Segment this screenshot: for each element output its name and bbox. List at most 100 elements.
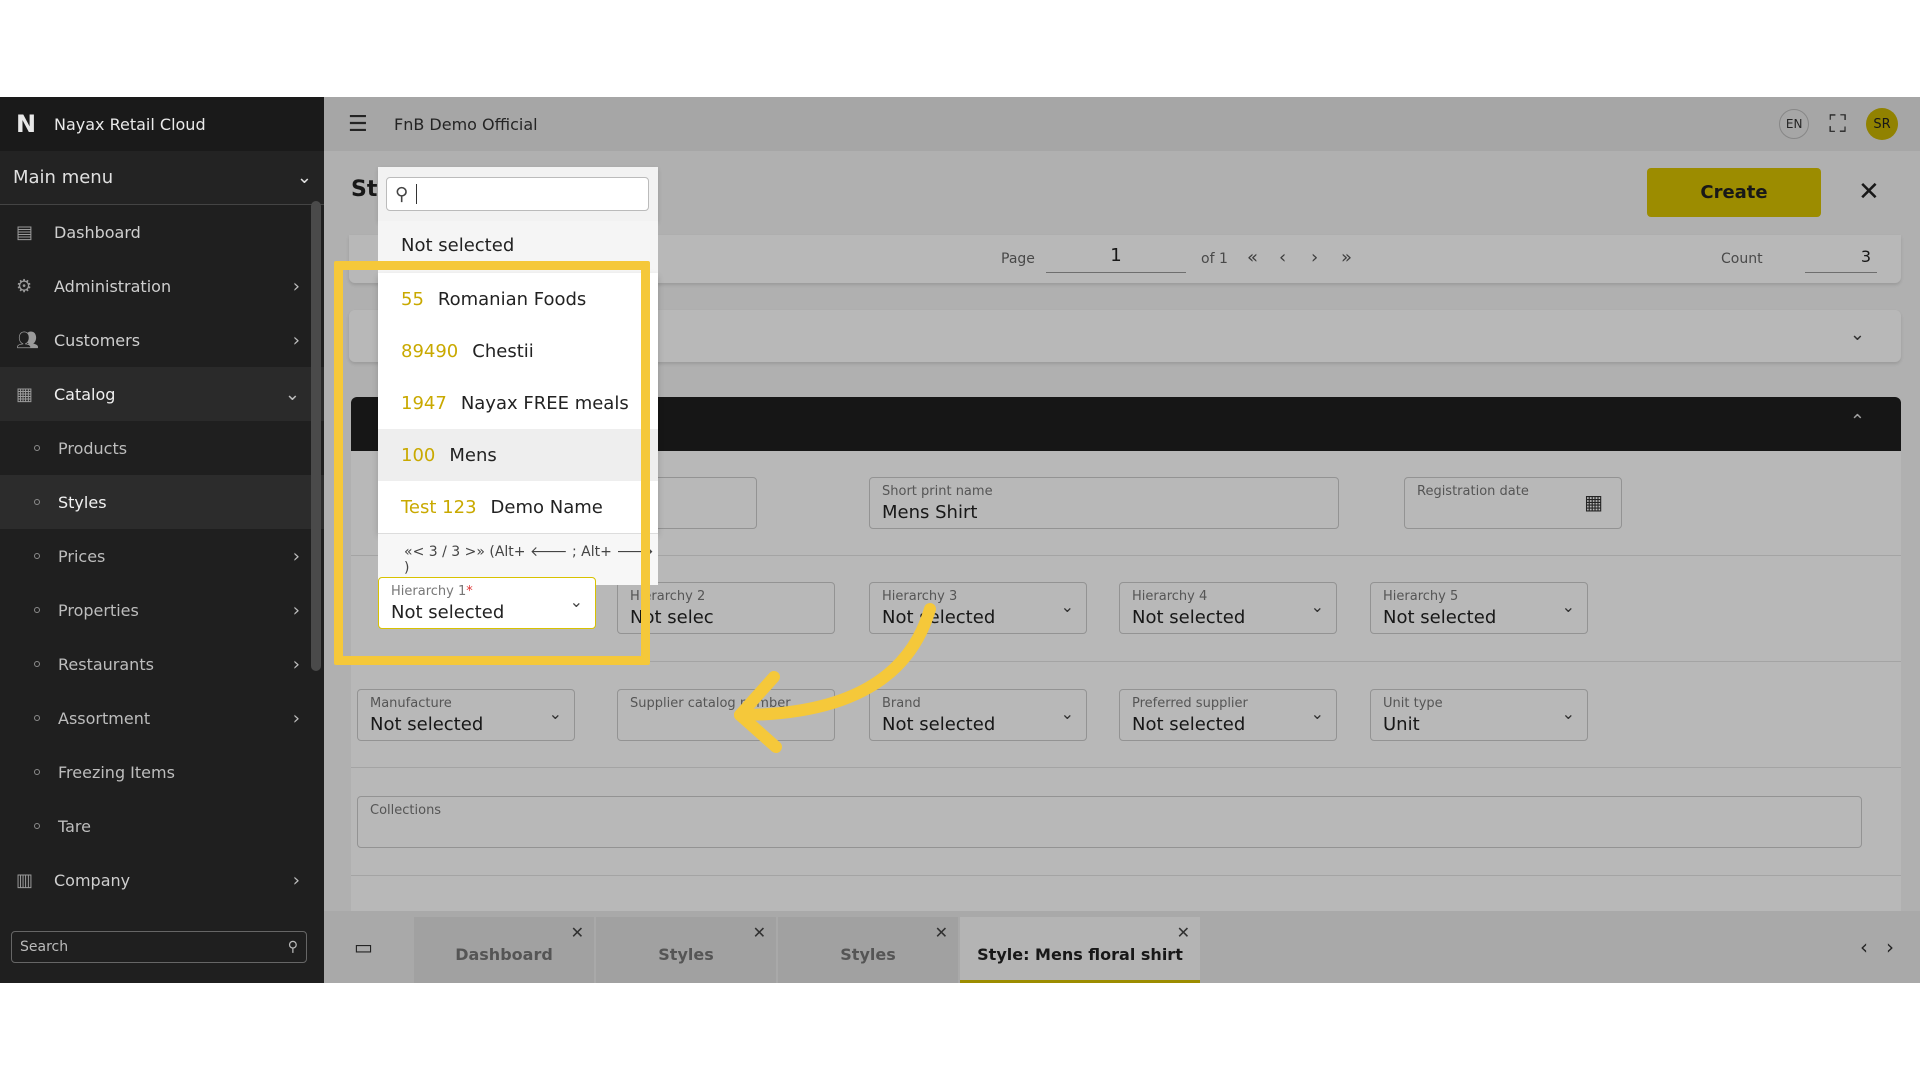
tab-styles-2[interactable]: Styles ✕ — [778, 917, 958, 983]
dashboard-icon: ▤ — [16, 221, 34, 243]
users-icon: 👥︎ — [16, 329, 39, 351]
bullet-icon — [34, 823, 40, 829]
dropdown-option[interactable]: 89490 Chestii — [378, 325, 658, 377]
sidebar-subitem-assortment[interactable]: Assortment › — [0, 691, 324, 745]
tab-label: Styles — [658, 945, 714, 964]
tab-scroll-controls: ‹ › — [1834, 911, 1920, 983]
sidebar-subitem-restaurants[interactable]: Restaurants › — [0, 637, 324, 691]
search-icon: ⚲ — [287, 939, 298, 955]
hierarchy-3-select[interactable]: Hierarchy 3 Not selected ⌄ — [869, 582, 1087, 634]
avatar[interactable]: SR — [1866, 108, 1898, 140]
chevron-down-icon: ⌄ — [1561, 597, 1575, 616]
option-code: Test 123 — [401, 496, 477, 518]
bottom-tab-bar: ▭ Dashboard ✕ Styles ✕ Styles ✕ Style: M… — [324, 911, 1920, 983]
sidebar-subitem-freezing-items[interactable]: Freezing Items — [0, 745, 324, 799]
sidebar-item-dashboard[interactable]: ▤ Dashboard — [0, 205, 324, 259]
option-name: Nayax FREE meals — [460, 392, 629, 414]
sidebar-subitem-tare[interactable]: Tare — [0, 799, 324, 853]
chevron-down-icon: ⌄ — [548, 704, 562, 723]
divider — [351, 875, 1901, 876]
chevron-down-icon: ⌄ — [1849, 324, 1865, 345]
chevron-right-icon: › — [292, 545, 300, 567]
collections-field[interactable]: Collections — [357, 796, 1862, 848]
brand-name: Nayax Retail Cloud — [54, 114, 206, 134]
bullet-icon — [34, 499, 40, 505]
chevron-down-icon: ⌄ — [1310, 704, 1324, 723]
sidebar-item-catalog[interactable]: ▦ Catalog ⌄ — [0, 367, 324, 421]
dropdown-option-hovered[interactable]: 100 Mens — [378, 429, 658, 481]
app-window: N Nayax Retail Cloud Main menu ⌄ ▤ Dashb… — [0, 97, 1920, 983]
last-page-icon[interactable]: » — [1341, 247, 1352, 268]
field-value: Not selected — [1132, 714, 1246, 735]
preferred-supplier-select[interactable]: Preferred supplier Not selected ⌄ — [1119, 689, 1337, 741]
unit-type-select[interactable]: Unit type Unit ⌄ — [1370, 689, 1588, 741]
registration-date-field[interactable]: Registration date ▦ — [1404, 477, 1622, 529]
page-number-input[interactable]: 1 — [1046, 241, 1186, 273]
prev-page-icon[interactable]: ‹ — [1279, 247, 1286, 268]
language-switch[interactable]: EN — [1779, 109, 1810, 139]
close-icon[interactable]: ✕ — [1177, 923, 1190, 942]
sidebar-search-input[interactable]: Search ⚲ — [11, 931, 307, 963]
tab-style-mens-floral-shirt[interactable]: Style: Mens floral shirt ✕ — [960, 917, 1200, 983]
sidebar-item-customers[interactable]: 👥︎ Customers › — [0, 313, 324, 367]
hamburger-menu-icon[interactable]: ☰ — [348, 112, 394, 137]
count-value: 3 — [1805, 241, 1877, 273]
tab-styles[interactable]: Styles ✕ — [596, 917, 776, 983]
bullet-icon — [34, 769, 40, 775]
sidebar-subitem-styles[interactable]: Styles — [0, 475, 324, 529]
hierarchy-5-select[interactable]: Hierarchy 5 Not selected ⌄ — [1370, 582, 1588, 634]
tab-dashboard[interactable]: Dashboard ✕ — [414, 917, 594, 983]
dropdown-option-not-selected[interactable]: Not selected — [378, 221, 658, 273]
hierarchy-dropdown-popup: ⚲ Not selected 55 Romanian Foods 89490 C… — [378, 167, 658, 687]
sidebar: N Nayax Retail Cloud Main menu ⌄ ▤ Dashb… — [0, 97, 324, 983]
close-icon[interactable]: ✕ — [1858, 177, 1880, 207]
next-page-icon[interactable]: › — [1311, 247, 1318, 268]
sidebar-subitem-label: Styles — [58, 492, 107, 512]
field-label: Hierarchy 4 — [1132, 589, 1208, 604]
sidebar-item-administration[interactable]: ⚙ Administration › — [0, 259, 324, 313]
main-menu-toggle[interactable]: Main menu ⌄ — [0, 151, 324, 205]
sidebar-item-label: Dashboard — [54, 222, 141, 242]
supplier-catalog-number-field[interactable]: Supplier catalog number — [617, 689, 835, 741]
bullet-icon — [34, 661, 40, 667]
field-label: Preferred supplier — [1132, 696, 1248, 711]
chevron-right-icon: › — [292, 653, 300, 675]
hierarchy-1-select[interactable]: Hierarchy 1* Not selected ⌄ — [378, 577, 596, 629]
bullet-icon — [34, 553, 40, 559]
chevron-down-icon: ⌄ — [1060, 597, 1074, 616]
create-button[interactable]: Create — [1647, 168, 1821, 217]
page-title: St — [351, 177, 378, 202]
option-code: 1947 — [401, 392, 447, 414]
option-code: 100 — [401, 444, 436, 466]
dropdown-search-input[interactable]: ⚲ — [386, 177, 649, 211]
close-icon[interactable]: ✕ — [753, 923, 766, 942]
sidebar-subitem-properties[interactable]: Properties › — [0, 583, 324, 637]
first-page-icon[interactable]: « — [1247, 247, 1258, 268]
dropdown-option[interactable]: Test 123 Demo Name — [378, 481, 658, 533]
sidebar-scrollbar[interactable] — [311, 201, 321, 671]
main-menu-label: Main menu — [13, 167, 114, 188]
sidebar-item-label: Catalog — [54, 384, 116, 404]
chevron-left-icon[interactable]: ‹ — [1860, 935, 1868, 959]
option-name: Mens — [449, 444, 497, 466]
calendar-icon[interactable]: ▦ — [1584, 490, 1603, 514]
windows-icon[interactable]: ▭ — [354, 935, 373, 959]
manufacture-select[interactable]: Manufacture Not selected ⌄ — [357, 689, 575, 741]
sidebar-item-company[interactable]: ▥ Company › — [0, 853, 324, 907]
sidebar-subitem-products[interactable]: Products — [0, 421, 324, 475]
close-icon[interactable]: ✕ — [935, 923, 948, 942]
close-icon[interactable]: ✕ — [571, 923, 584, 942]
dropdown-option[interactable]: 55 Romanian Foods — [378, 273, 658, 325]
chevron-down-icon: ⌄ — [1060, 704, 1074, 723]
sidebar-subitem-prices[interactable]: Prices › — [0, 529, 324, 583]
dropdown-option[interactable]: 1947 Nayax FREE meals — [378, 377, 658, 429]
chevron-down-icon: ⌄ — [1561, 704, 1575, 723]
sidebar-subitem-label: Restaurants — [58, 654, 154, 674]
chevron-right-icon: › — [292, 599, 300, 621]
chevron-right-icon[interactable]: › — [1886, 935, 1894, 959]
hierarchy-4-select[interactable]: Hierarchy 4 Not selected ⌄ — [1119, 582, 1337, 634]
fullscreen-icon[interactable]: ⛶ — [1829, 110, 1846, 138]
brand-select[interactable]: Brand Not selected ⌄ — [869, 689, 1087, 741]
sidebar-item-label: Company — [54, 870, 131, 890]
short-print-name-field[interactable]: Short print name Mens Shirt — [869, 477, 1339, 529]
